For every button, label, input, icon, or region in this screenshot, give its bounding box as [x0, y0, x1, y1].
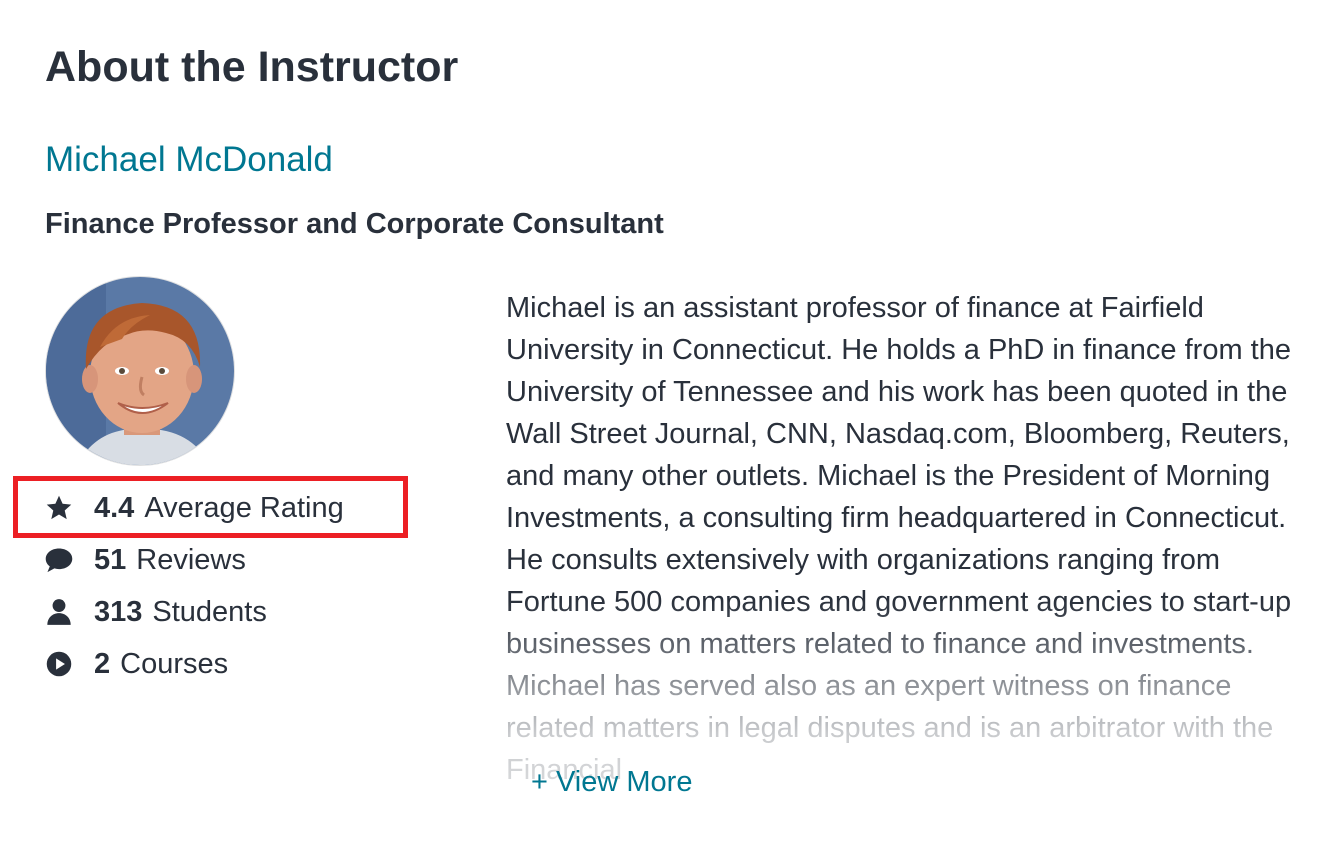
stat-value: 2 — [94, 647, 111, 680]
play-circle-icon — [44, 649, 74, 679]
stat-label: Reviews — [136, 543, 246, 576]
stat-label: Average Rating — [144, 491, 344, 524]
stat-label: Students — [152, 595, 267, 628]
star-icon — [44, 493, 74, 523]
instructor-bio: Michael is an assistant professor of fin… — [506, 287, 1296, 823]
stat-label: Courses — [120, 647, 229, 680]
stat-average-rating: 4.4 Average Rating — [44, 482, 444, 534]
user-icon — [44, 597, 74, 627]
view-more-link[interactable]: + View More — [531, 762, 692, 802]
instructor-avatar[interactable] — [45, 276, 235, 466]
stat-value: 51 — [94, 543, 127, 576]
instructor-name-link[interactable]: Michael McDonald — [45, 138, 333, 182]
avatar-photo — [46, 277, 234, 465]
section-title: About the Instructor — [45, 43, 459, 91]
stat-students: 313 Students — [44, 586, 444, 638]
comment-icon — [44, 545, 74, 575]
stat-courses: 2 Courses — [44, 638, 444, 690]
stat-value: 313 — [94, 595, 143, 628]
stat-reviews: 51 Reviews — [44, 534, 444, 586]
instructor-stats-list: 4.4 Average Rating 51 Reviews 313 Studen… — [44, 482, 444, 690]
bio-text: Michael is an assistant professor of fin… — [506, 292, 1292, 786]
stat-value: 4.4 — [94, 491, 135, 524]
instructor-headline: Finance Professor and Corporate Consulta… — [45, 208, 664, 240]
